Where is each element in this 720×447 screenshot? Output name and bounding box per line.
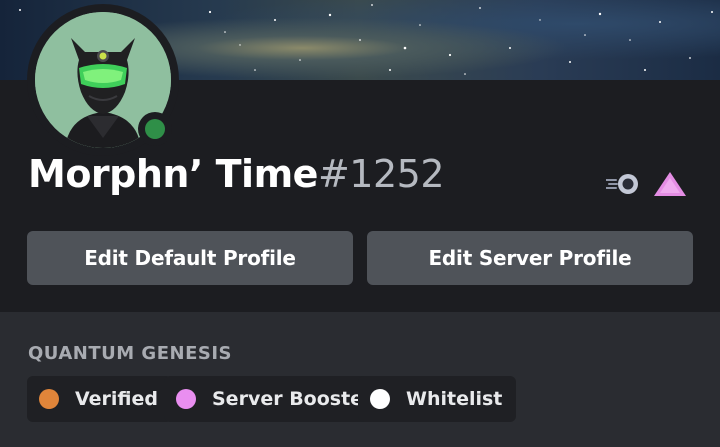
online-status-indicator bbox=[138, 112, 172, 146]
nitro-boost-badge[interactable] bbox=[605, 172, 640, 200]
server-booster-icon bbox=[654, 172, 686, 196]
profile-username: Morphn’ Time#1252 bbox=[28, 152, 445, 196]
role-color-dot bbox=[39, 389, 59, 409]
role-color-dot bbox=[176, 389, 196, 409]
role-server-booster[interactable]: Server Booster bbox=[164, 376, 387, 422]
server-name-heading: QUANTUM GENESIS bbox=[28, 343, 232, 364]
nitro-boost-icon bbox=[605, 174, 638, 194]
edit-default-profile-button[interactable]: Edit Default Profile bbox=[27, 231, 353, 285]
role-label: Verified bbox=[75, 388, 159, 410]
role-label: Server Booster bbox=[212, 388, 373, 410]
edit-server-profile-button[interactable]: Edit Server Profile bbox=[367, 231, 693, 285]
username-text: Morphn’ Time bbox=[28, 152, 318, 196]
role-label: Whitelist bbox=[406, 388, 503, 410]
role-verified[interactable]: Verified bbox=[27, 376, 173, 422]
role-whitelist[interactable]: Whitelist bbox=[358, 376, 517, 422]
username-discriminator: #1252 bbox=[317, 152, 445, 196]
role-color-dot bbox=[370, 389, 390, 409]
server-booster-badge[interactable] bbox=[652, 170, 688, 202]
